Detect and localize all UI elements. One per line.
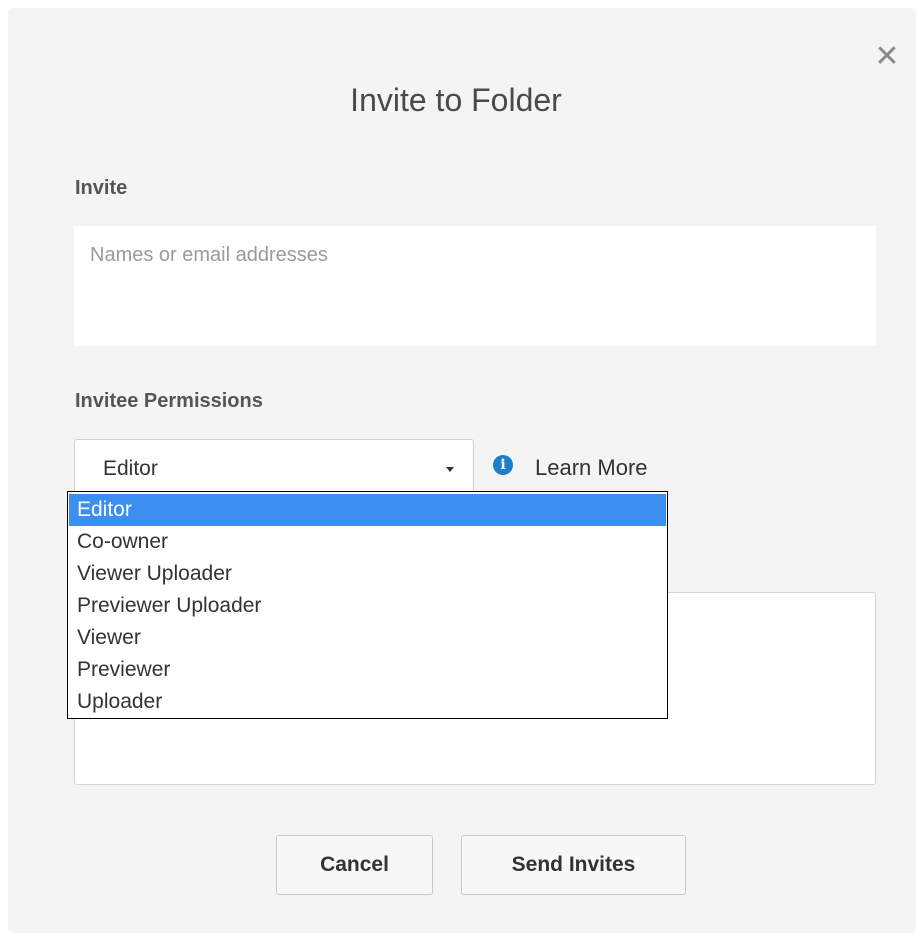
permission-dropdown-list: Editor Co-owner Viewer Uploader Previewe…	[67, 491, 668, 719]
caret-down-icon	[446, 467, 454, 472]
invite-input[interactable]	[74, 226, 876, 346]
option-co-owner[interactable]: Co-owner	[69, 526, 666, 558]
option-previewer-uploader[interactable]: Previewer Uploader	[69, 590, 666, 622]
invite-label: Invite	[75, 177, 128, 199]
permissions-label: Invitee Permissions	[75, 390, 263, 412]
info-icon: i	[493, 455, 513, 475]
permission-select[interactable]: Editor	[74, 439, 474, 497]
option-editor[interactable]: Editor	[69, 494, 666, 526]
dialog-title: Invite to Folder	[350, 82, 562, 118]
invite-dialog: ✕ Invite to Folder Invite Invitee Permis…	[8, 8, 916, 933]
send-invites-button[interactable]: Send Invites	[461, 835, 686, 895]
permission-select-value: Editor	[103, 457, 158, 480]
option-uploader[interactable]: Uploader	[69, 686, 666, 718]
option-viewer[interactable]: Viewer	[69, 622, 666, 654]
cancel-button[interactable]: Cancel	[276, 835, 433, 895]
close-icon[interactable]: ✕	[872, 42, 902, 72]
option-viewer-uploader[interactable]: Viewer Uploader	[69, 558, 666, 590]
option-previewer[interactable]: Previewer	[69, 654, 666, 686]
learn-more-link[interactable]: Learn More	[535, 455, 648, 481]
